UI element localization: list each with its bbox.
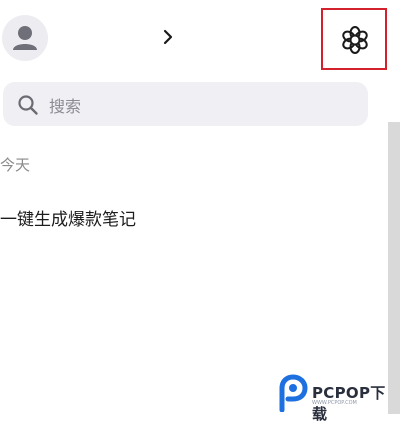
avatar[interactable] — [2, 15, 48, 61]
settings-button[interactable] — [321, 8, 387, 70]
chevron-right-icon — [163, 29, 173, 45]
search-input[interactable]: 搜索 — [3, 82, 368, 126]
list-item[interactable]: 一键生成爆款笔记 — [0, 205, 136, 230]
gear-icon — [342, 26, 368, 54]
section-today-label: 今天 — [0, 156, 31, 174]
user-icon — [13, 26, 37, 50]
profile-chevron[interactable] — [162, 29, 174, 49]
watermark-tagline: WWW.PCPOP.COM — [312, 400, 357, 406]
watermark: PCPOP下载 WWW.PCPOP.COM — [274, 372, 400, 423]
scrollbar[interactable] — [388, 122, 400, 414]
search-icon — [18, 95, 38, 115]
search-placeholder: 搜索 — [49, 97, 82, 116]
pcpop-logo-icon — [279, 374, 308, 412]
